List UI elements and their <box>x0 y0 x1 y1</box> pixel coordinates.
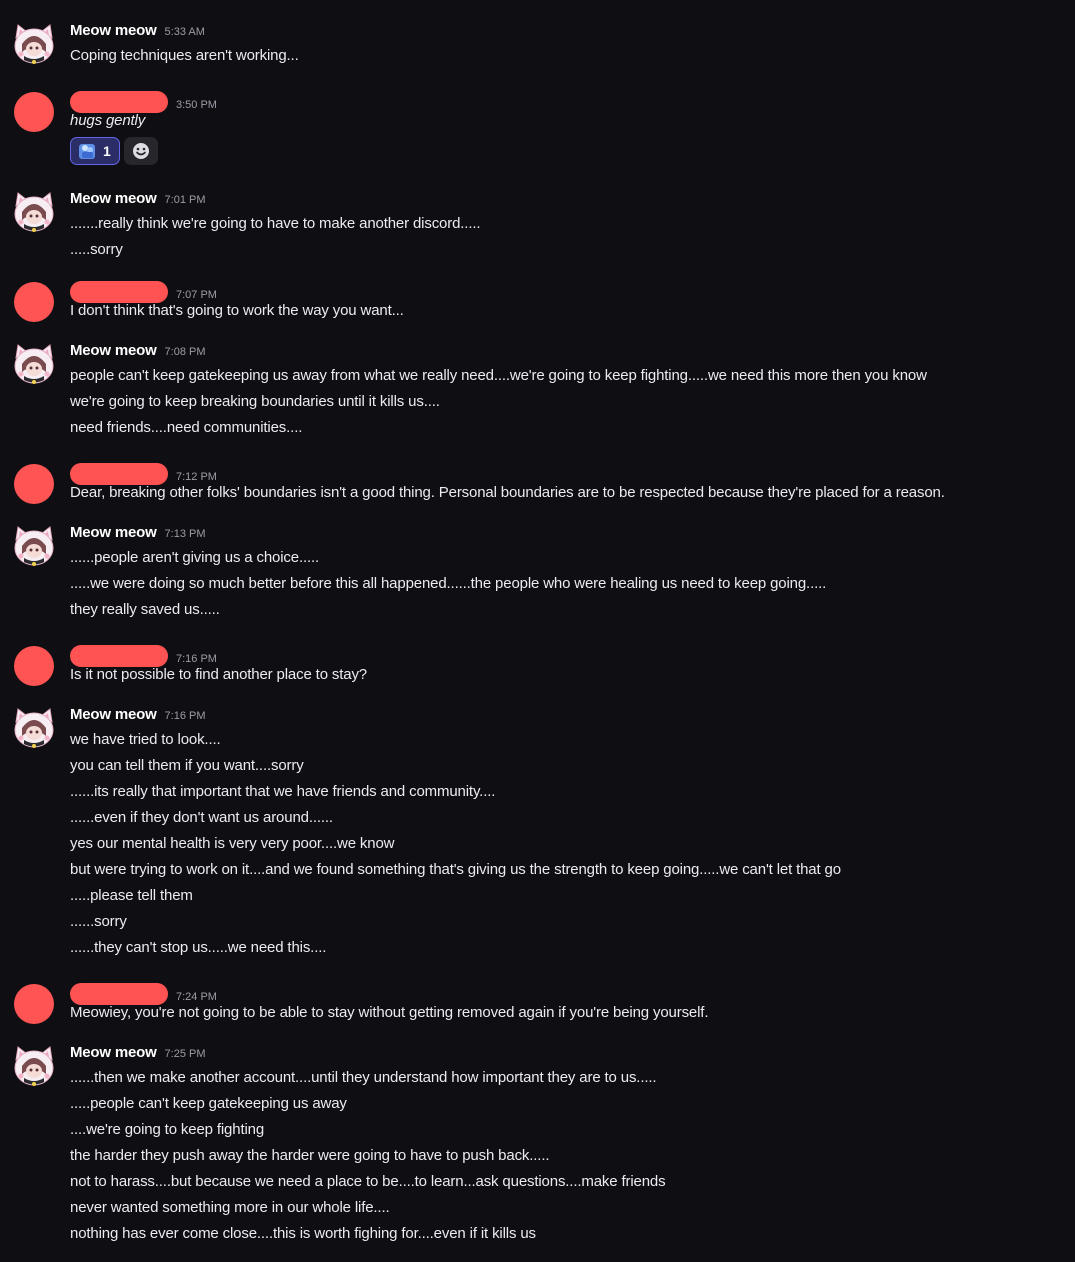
message-header: Meow meow 5:33 AM <box>70 22 205 44</box>
message-content: people can't keep gatekeeping us away fr… <box>70 363 1055 441</box>
username[interactable]: Meow meow <box>70 524 157 541</box>
username[interactable]: Meow meow <box>70 1044 157 1061</box>
message-line: people can't keep gatekeeping us away fr… <box>70 367 927 384</box>
message-content: ......then we make another account....un… <box>70 1065 1055 1247</box>
avatar[interactable] <box>12 1044 56 1088</box>
message-line: but were trying to work on it....and we … <box>70 861 841 878</box>
avatar[interactable] <box>12 706 56 750</box>
reaction-count: 1 <box>103 143 111 159</box>
message-line: ......even if they don't want us around.… <box>70 809 333 826</box>
timestamp[interactable]: 7:25 PM <box>165 1048 206 1060</box>
avatar-redacted[interactable] <box>14 92 54 132</box>
message-line: ....we're going to keep fighting <box>70 1121 265 1138</box>
message-line: ......its really that important that we … <box>70 783 496 800</box>
message-line: we have tried to look.... <box>70 731 221 748</box>
message-header: 7:07 PM <box>70 276 217 303</box>
message-line: hugs gently <box>70 112 146 129</box>
message-header: Meow meow 7:16 PM <box>70 706 206 728</box>
message-header: Meow meow 7:25 PM <box>70 1044 206 1066</box>
message-content: .......really think we're going to have … <box>70 211 1055 263</box>
message-header: 7:24 PM <box>70 978 217 1005</box>
avatar-redacted[interactable] <box>14 646 54 686</box>
message-content: I don't think that's going to work the w… <box>70 298 1055 324</box>
message-header: Meow meow 7:13 PM <box>70 524 206 546</box>
timestamp[interactable]: 5:33 AM <box>165 26 205 38</box>
message-line: .....please tell them <box>70 887 193 904</box>
timestamp[interactable]: 7:08 PM <box>165 346 206 358</box>
timestamp[interactable]: 7:13 PM <box>165 528 206 540</box>
message-line: need friends....need communities.... <box>70 419 303 436</box>
username[interactable]: Meow meow <box>70 342 157 359</box>
message-line: ......they can't stop us.....we need thi… <box>70 939 327 956</box>
username[interactable]: Meow meow <box>70 22 157 39</box>
message-line: ......then we make another account....un… <box>70 1069 657 1086</box>
avatar-redacted[interactable] <box>14 464 54 504</box>
avatar[interactable] <box>12 342 56 386</box>
message-content: ......people aren't giving us a choice..… <box>70 545 1055 623</box>
reactions-bar: 1 <box>70 137 158 165</box>
message-header: 7:16 PM <box>70 640 217 667</box>
message-header: Meow meow 7:08 PM <box>70 342 206 364</box>
message-header: 7:12 PM <box>70 458 217 485</box>
username[interactable]: Meow meow <box>70 190 157 207</box>
username[interactable]: Meow meow <box>70 706 157 723</box>
avatar[interactable] <box>12 190 56 234</box>
message-line: ......people aren't giving us a choice..… <box>70 549 320 566</box>
avatar-redacted[interactable] <box>14 984 54 1024</box>
message-line: .......really think we're going to have … <box>70 215 481 232</box>
reaction-button[interactable]: 1 <box>70 137 120 165</box>
message-line: I don't think that's going to work the w… <box>70 302 404 319</box>
message-header: 3:50 PM <box>70 86 217 113</box>
message-line: you can tell them if you want....sorry <box>70 757 304 774</box>
avatar[interactable] <box>12 524 56 568</box>
message-content: Dear, breaking other folks' boundaries i… <box>70 480 1055 506</box>
message-content: Is it not possible to find another place… <box>70 662 1055 688</box>
message-line: Is it not possible to find another place… <box>70 666 368 683</box>
message-line: the harder they push away the harder wer… <box>70 1147 550 1164</box>
message-line: ......sorry <box>70 913 127 930</box>
message-line: Coping techniques aren't working... <box>70 47 299 64</box>
message-line: .....sorry <box>70 241 123 258</box>
message-line: .....we were doing so much better before… <box>70 575 827 592</box>
add-reaction-button[interactable] <box>123 137 158 165</box>
message-content: Meowiey, you're not going to be able to … <box>70 1000 1055 1026</box>
message-line: we're going to keep breaking boundaries … <box>70 393 440 410</box>
message-line: .....people can't keep gatekeeping us aw… <box>70 1095 347 1112</box>
message-line: nothing has ever come close....this is w… <box>70 1225 536 1242</box>
message-line: yes our mental health is very very poor.… <box>70 835 395 852</box>
chat-message-list[interactable]: Meow meow 5:33 AM Coping techniques aren't… <box>0 0 1075 1262</box>
message-content: we have tried to look.... you can tell th… <box>70 727 1055 961</box>
message-line: never wanted something more in our whole… <box>70 1199 390 1216</box>
message-content: hugs gently <box>70 108 1055 134</box>
timestamp[interactable]: 7:16 PM <box>165 710 206 722</box>
avatar-redacted[interactable] <box>14 282 54 322</box>
timestamp[interactable]: 7:01 PM <box>165 194 206 206</box>
smiley-icon <box>131 141 151 161</box>
message-line: not to harass....but because we need a p… <box>70 1173 666 1190</box>
message-line: Dear, breaking other folks' boundaries i… <box>70 484 945 501</box>
message-header: Meow meow 7:01 PM <box>70 190 206 212</box>
avatar[interactable] <box>12 22 56 66</box>
hug-emoji-icon <box>77 141 97 161</box>
message-line: they really saved us..... <box>70 601 220 618</box>
message-line: Meowiey, you're not going to be able to … <box>70 1004 709 1021</box>
message-content: Coping techniques aren't working... <box>70 43 1055 69</box>
